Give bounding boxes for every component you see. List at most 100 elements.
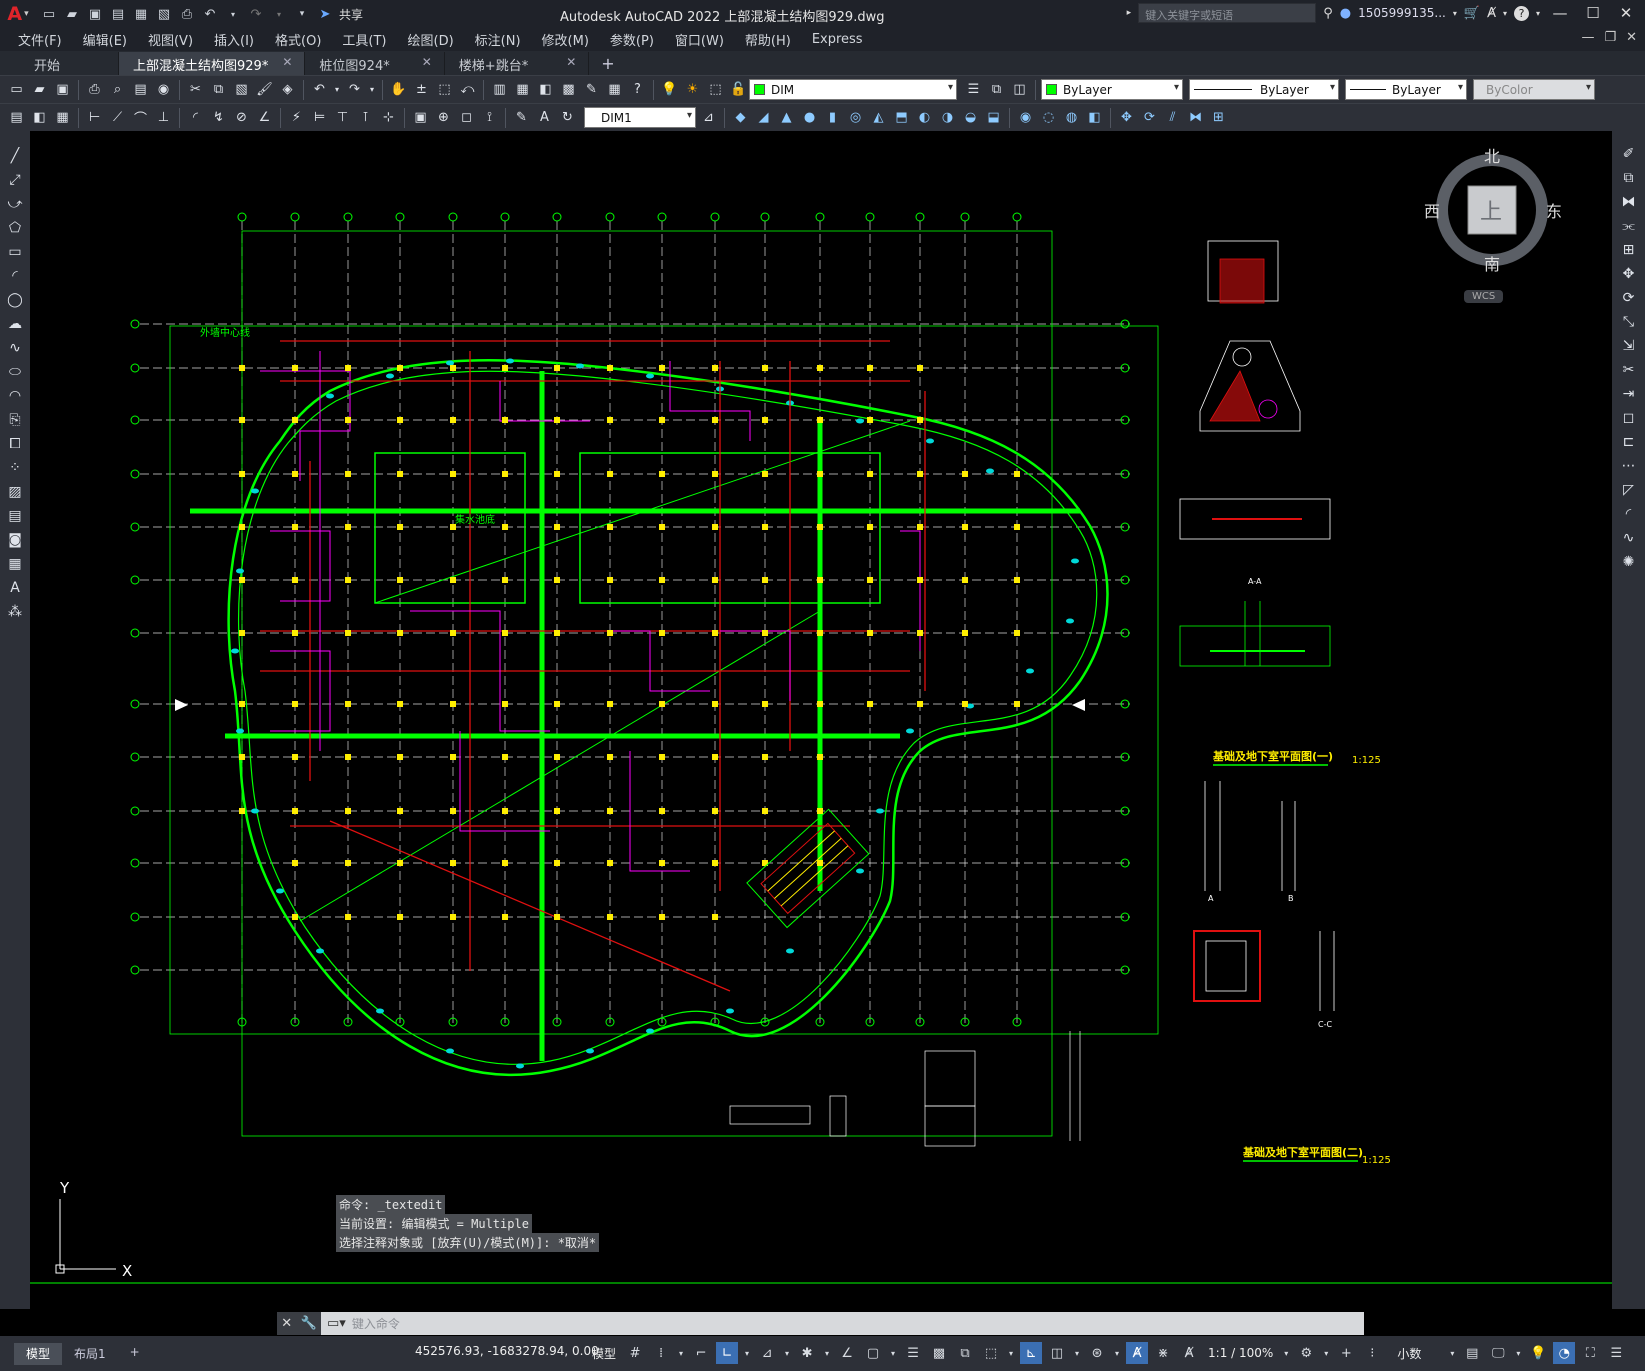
save-icon[interactable]: ▣ xyxy=(52,79,73,100)
search-icon[interactable]: ⚲ xyxy=(1323,6,1333,21)
menu-help[interactable]: 帮助(H) xyxy=(745,30,804,49)
union-icon[interactable]: ◉ xyxy=(1015,107,1036,128)
undo-icon[interactable]: ↶ xyxy=(201,5,219,23)
3d-mirror-icon[interactable]: ⧓ xyxy=(1185,107,1206,128)
autodesk-a360-icon[interactable]: Ⱥ xyxy=(1487,6,1496,21)
clean-screen-icon[interactable]: ⛶ xyxy=(1579,1342,1601,1364)
close-button[interactable]: ✕ xyxy=(1613,2,1639,24)
rectangle-icon[interactable]: ▭ xyxy=(3,241,27,262)
dim-break-icon[interactable]: ⊹ xyxy=(378,107,399,128)
doc-close-icon[interactable]: ✕ xyxy=(1626,30,1637,45)
help-icon[interactable]: ? xyxy=(1513,5,1529,21)
paste-icon[interactable]: ▧ xyxy=(231,79,252,100)
pan-icon[interactable]: ✋ xyxy=(388,79,409,100)
menu-file[interactable]: 文件(F) xyxy=(18,30,75,49)
hatch-icon[interactable]: ▨ xyxy=(3,481,27,502)
tab-stairs[interactable]: 楼梯+跳台* ✕ xyxy=(445,52,590,75)
selection-filter-icon[interactable]: ◫ xyxy=(1046,1342,1068,1364)
help-icon[interactable]: ? xyxy=(627,79,648,100)
search-expand-icon[interactable]: ▸ xyxy=(1127,8,1132,18)
layer-state-icon[interactable]: ▤ xyxy=(6,107,27,128)
construction-line-icon[interactable]: ⤢ xyxy=(3,169,27,190)
user-account[interactable]: 1505999135... xyxy=(1358,6,1446,20)
ortho-icon[interactable]: ∟ xyxy=(716,1342,739,1364)
box-icon[interactable]: ◆ xyxy=(730,107,751,128)
open-web-icon[interactable]: ▦ xyxy=(132,5,150,23)
tab-model[interactable]: 模型 xyxy=(14,1342,63,1365)
new-tab-button[interactable]: + xyxy=(589,52,626,75)
linear-dim-icon[interactable]: ⊢ xyxy=(84,107,105,128)
offset-icon[interactable]: ⫘ xyxy=(1617,215,1641,236)
break-point-icon[interactable]: ◻ xyxy=(1617,407,1641,428)
multiline-text-icon[interactable]: A xyxy=(3,577,27,598)
3d-osnap-dropdown-icon[interactable]: ▾ xyxy=(1006,1342,1016,1364)
layer-previous-icon[interactable]: ◫ xyxy=(1009,79,1030,100)
3d-move-icon[interactable]: ✥ xyxy=(1116,107,1137,128)
stretch-icon[interactable]: ⇲ xyxy=(1617,335,1641,356)
polar-icon[interactable]: ⊿ xyxy=(756,1342,778,1364)
lineweight-dropdown[interactable]: ByLayer ▾ xyxy=(1345,79,1467,100)
dim-text-edit-icon[interactable]: A xyxy=(534,107,555,128)
sheet-set-icon[interactable]: ▩ xyxy=(558,79,579,100)
help-dropdown-icon[interactable]: ▾ xyxy=(1536,9,1540,18)
units-value[interactable]: 小数 xyxy=(1393,1345,1425,1362)
plot-preview-icon[interactable]: ⌕ xyxy=(107,79,128,100)
annotation-scale-value[interactable]: 1:1 / 100% xyxy=(1204,1346,1277,1360)
dimstyle-dropdown[interactable]: DIM1 ▾ xyxy=(584,107,696,128)
polyline-icon[interactable]: ⤻ xyxy=(3,193,27,214)
match-properties-icon[interactable]: 🖌 xyxy=(254,79,275,100)
linetype-dropdown[interactable]: ByLayer ▾ xyxy=(1189,79,1339,100)
lock-ui-icon[interactable]: 🖵 xyxy=(1487,1342,1509,1364)
annotation-visibility-icon[interactable]: Ⱥ xyxy=(1126,1342,1149,1364)
join-icon[interactable]: ⋯ xyxy=(1617,455,1641,476)
intersect-icon[interactable]: ◍ xyxy=(1061,107,1082,128)
inspection-icon[interactable]: ◻ xyxy=(456,107,477,128)
tolerance-icon[interactable]: ▣ xyxy=(410,107,431,128)
new-file-icon[interactable]: ▭ xyxy=(40,5,58,23)
share-button[interactable]: 共享 xyxy=(339,6,363,23)
markup-icon[interactable]: ✎ xyxy=(581,79,602,100)
coordinates-readout[interactable]: 452576.93, -1683278.94, 0.00 xyxy=(415,1344,599,1358)
save-as-icon[interactable]: ▤ xyxy=(109,5,127,23)
revision-cloud-icon[interactable]: ☁ xyxy=(3,313,27,334)
a360-dropdown-icon[interactable]: ▾ xyxy=(1503,9,1507,18)
open-file-icon[interactable]: ▰ xyxy=(63,5,81,23)
autocad-logo-icon[interactable]: A ▾ xyxy=(0,0,36,28)
snap-icon[interactable]: ⁞ xyxy=(650,1342,672,1364)
slice-icon[interactable]: ◧ xyxy=(1084,107,1105,128)
compass-east[interactable]: 东 xyxy=(1546,198,1562,222)
break-icon[interactable]: ⊏ xyxy=(1617,431,1641,452)
gizmo-dropdown-icon[interactable]: ▾ xyxy=(1112,1342,1122,1364)
loft-icon[interactable]: ◒ xyxy=(960,107,981,128)
menu-draw[interactable]: 绘图(D) xyxy=(408,30,467,49)
arc-length-icon[interactable]: ⌒ xyxy=(130,107,151,128)
trim-icon[interactable]: ✂ xyxy=(1617,359,1641,380)
transparency-icon[interactable]: ▩ xyxy=(928,1342,950,1364)
gizmo-icon[interactable]: ⊛ xyxy=(1086,1342,1108,1364)
user-icon[interactable]: ● xyxy=(1340,6,1351,21)
auto-scale-icon[interactable]: ⋇ xyxy=(1152,1342,1174,1364)
redo-dropdown-icon[interactable]: ▾ xyxy=(270,5,288,23)
undo-icon[interactable]: ↶ xyxy=(309,79,330,100)
mirror-icon[interactable]: ⧓ xyxy=(1617,191,1641,212)
ortho-dropdown-icon[interactable]: ▾ xyxy=(742,1342,752,1364)
wcs-menu[interactable]: WCS xyxy=(1464,290,1504,303)
make-block-icon[interactable]: ⧠ xyxy=(3,433,27,454)
object-snap-dropdown-icon[interactable]: ▾ xyxy=(888,1342,898,1364)
viewcube-top[interactable]: 上 xyxy=(1480,194,1502,226)
save-icon[interactable]: ▣ xyxy=(86,5,104,23)
close-icon[interactable]: ✕ xyxy=(422,55,432,75)
plotstyle-dropdown[interactable]: ByColor ▾ xyxy=(1473,79,1595,100)
selection-filter-dropdown-icon[interactable]: ▾ xyxy=(1072,1342,1082,1364)
undo-dropdown-icon[interactable]: ▾ xyxy=(224,5,242,23)
move-icon[interactable]: ✥ xyxy=(1617,263,1641,284)
workspace-gear-icon[interactable]: ⚙ xyxy=(1295,1342,1317,1364)
wrench-icon[interactable]: 🔧 xyxy=(301,1316,317,1331)
infer-constraints-icon[interactable]: ⌐ xyxy=(690,1342,712,1364)
customization-icon[interactable]: ☰ xyxy=(1605,1342,1627,1364)
compass-north[interactable]: 北 xyxy=(1484,143,1500,167)
ellipse-icon[interactable]: ⬭ xyxy=(3,361,27,382)
cylinder-icon[interactable]: ▮ xyxy=(822,107,843,128)
tab-drawing-929[interactable]: 上部混凝土结构图929* ✕ xyxy=(119,52,306,75)
spline-icon[interactable]: ∿ xyxy=(3,337,27,358)
